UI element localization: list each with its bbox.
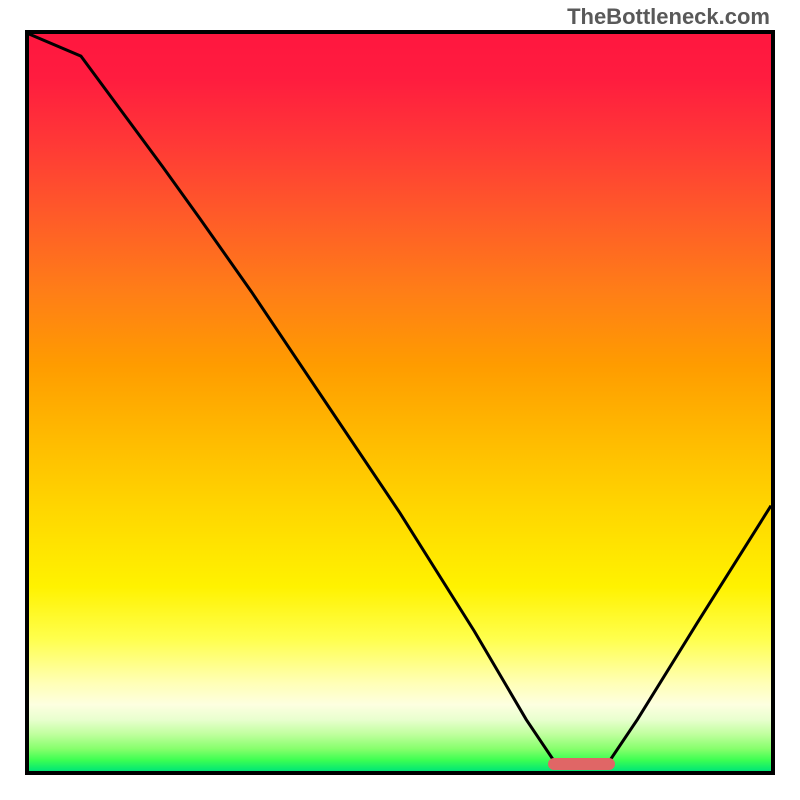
bottleneck-curve (29, 34, 771, 771)
plot-area (25, 30, 775, 775)
optimal-range-marker (548, 758, 615, 770)
watermark-text: TheBottleneck.com (567, 4, 770, 30)
curve-path (29, 34, 771, 764)
